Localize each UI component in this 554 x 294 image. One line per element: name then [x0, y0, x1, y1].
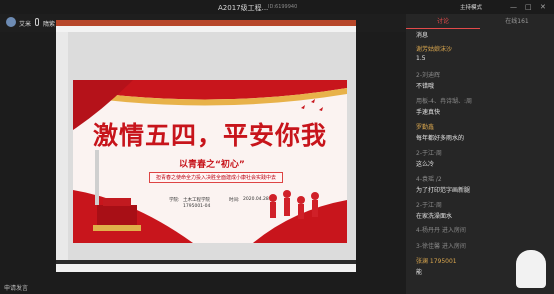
- chat-message-text: 不错哦: [416, 83, 435, 90]
- chat-message-name: 4-袁瑶 /2: [416, 176, 442, 183]
- shared-screen: 激情五四，平安你我 以青春之“初心” 担青春之使命全力投入决胜全面建成小康社会实…: [56, 20, 356, 272]
- slide-band: 担青春之使命全力投入决胜全面建成小康社会实践中去: [149, 172, 283, 183]
- chat-message-text: 在家洗澡面水: [416, 213, 453, 220]
- tab-online[interactable]: 在线161: [480, 16, 554, 28]
- chat-message-text: 为了打印范字画新腿: [416, 187, 471, 194]
- close-button[interactable]: ✕: [540, 3, 546, 11]
- sidebar-tabs: 讨论 在线161: [406, 16, 554, 29]
- chat-message-text: 1.5: [416, 55, 426, 62]
- chat-message-name: 2-于江·周: [416, 150, 442, 157]
- chat-message-text: 手速真快: [416, 109, 441, 116]
- chat-message-name: 谢芳姑娘沫沙: [416, 46, 453, 53]
- chat-message-name: 用板-4、冉诗瑚、:周: [416, 98, 473, 105]
- emoji-icon[interactable]: [516, 250, 546, 288]
- request-speak-button[interactable]: 申请发言: [4, 283, 28, 292]
- chat-message-name: 2-刘迪辉: [416, 72, 440, 79]
- chat-message-name: 3-徐佳馨 进入房间: [416, 243, 466, 250]
- powerpoint-statusbar: [56, 264, 356, 272]
- window-title: A2017级工程...: [218, 4, 269, 12]
- slide-thumbnail-pane: [56, 32, 68, 260]
- college-label: 学院:: [169, 198, 180, 203]
- chat-message-text: 这么冷: [416, 161, 435, 168]
- chat-message-name: 罗勤鑫: [416, 124, 435, 131]
- chat-message-text: 能: [416, 269, 423, 276]
- mic-icon: [35, 18, 39, 26]
- tab-chat[interactable]: 讨论: [406, 16, 480, 29]
- slide-headline: 激情五四，平安你我: [92, 121, 327, 150]
- college-value: 土木工程学院: [183, 198, 210, 203]
- slide: 激情五四，平安你我 以青春之“初心” 担青春之使命全力投入决胜全面建成小康社会实…: [73, 80, 347, 243]
- presenter-name-1: 艾米: [19, 21, 32, 28]
- chat-message-name: 张澜 1795001: [416, 258, 457, 265]
- class-code: 1795001-04: [183, 204, 211, 209]
- host-mode-button[interactable]: 主持模式: [460, 3, 500, 13]
- room-id: ID:6199940: [268, 4, 298, 10]
- date-value: 2020.04.28: [243, 197, 269, 202]
- date-label: 时间:: [229, 198, 240, 203]
- chat-message-text: 消息: [416, 32, 429, 39]
- chat-message-name: 2-于江·周: [416, 202, 442, 209]
- presenter-name-2: 隋紫: [43, 21, 56, 28]
- chat-message-text: 每年都好多雨水的: [416, 135, 465, 142]
- minimize-button[interactable]: —: [510, 3, 517, 11]
- request-speak-label: 申请发言: [4, 285, 29, 292]
- chat-message-name: 4-杨丹丹 进入房间: [416, 227, 466, 234]
- avatar: [6, 17, 16, 27]
- slide-subtitle: 以青春之“初心”: [179, 160, 245, 170]
- maximize-button[interactable]: □: [525, 3, 532, 11]
